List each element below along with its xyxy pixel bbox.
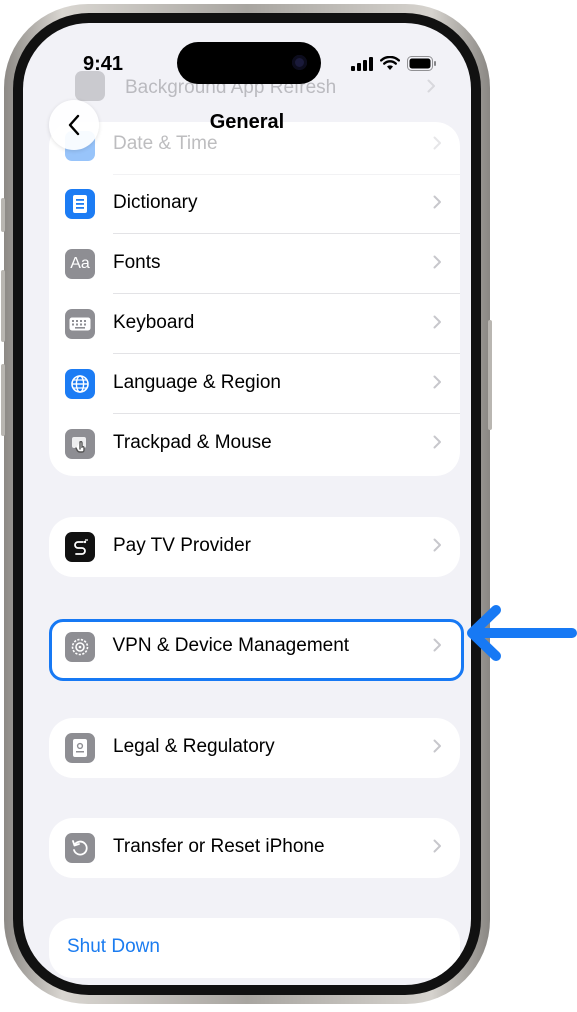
chevron-right-icon (433, 435, 441, 449)
dictionary-icon (65, 189, 95, 219)
list-item-label: Date & Time (113, 133, 218, 154)
legal-group: Legal & Regulatory (49, 718, 460, 778)
list-item-trackpad-mouse[interactable]: Trackpad & Mouse (49, 414, 460, 474)
status-time: 9:41 (83, 53, 124, 75)
reset-group: Transfer or Reset iPhone (49, 818, 460, 878)
chevron-right-icon (433, 255, 441, 269)
language-settings-group: Date & Time Dictionary Aa Fonts Keyboard… (49, 122, 460, 476)
chevron-right-icon (427, 79, 435, 93)
dynamic-island (177, 42, 321, 84)
list-item-label: Pay TV Provider (113, 535, 251, 556)
list-item-language-region[interactable]: Language & Region (49, 354, 460, 414)
list-item-legal-regulatory[interactable]: Legal & Regulatory (49, 718, 460, 778)
chevron-right-icon (433, 136, 441, 150)
volume-up-button (1, 270, 5, 342)
power-button (488, 320, 492, 430)
legal-icon (65, 733, 95, 763)
keyboard-icon (65, 309, 95, 339)
back-button[interactable] (49, 100, 99, 150)
list-item-label: Language & Region (113, 372, 281, 393)
fonts-icon: Aa (65, 249, 95, 279)
list-item-fonts[interactable]: Aa Fonts (49, 234, 460, 294)
volume-down-button (1, 364, 5, 436)
chevron-right-icon (433, 839, 441, 853)
chevron-right-icon (433, 538, 441, 552)
settings-screen: Background App Refresh 9:41 General Date… (23, 23, 471, 985)
wifi-icon (380, 56, 400, 70)
list-item-keyboard[interactable]: Keyboard (49, 294, 460, 354)
tv-provider-icon (65, 532, 95, 562)
list-item-pay-tv-provider[interactable]: Pay TV Provider (49, 517, 460, 577)
chevron-right-icon (433, 375, 441, 389)
list-item-label: Keyboard (113, 312, 195, 333)
list-item-dictionary[interactable]: Dictionary (49, 174, 460, 234)
list-item-label: Legal & Regulatory (113, 736, 275, 757)
iphone-bezel: Background App Refresh 9:41 General Date… (13, 13, 481, 995)
iphone-frame: Background App Refresh 9:41 General Date… (4, 4, 490, 1004)
shut-down-button[interactable]: Shut Down (67, 936, 160, 958)
tv-provider-group: Pay TV Provider (49, 517, 460, 577)
action-button (1, 198, 5, 232)
chevron-left-icon (68, 114, 80, 136)
chevron-right-icon (433, 315, 441, 329)
camera-icon (292, 55, 307, 70)
vpn-highlight-outline: VPN & Device Management (49, 619, 464, 681)
list-item-label: Fonts (113, 252, 161, 273)
list-item-label: Trackpad & Mouse (113, 432, 272, 453)
chevron-right-icon (433, 195, 441, 209)
chevron-right-icon (433, 739, 441, 753)
list-item-label: Transfer or Reset iPhone (113, 836, 325, 857)
list-item-transfer-reset[interactable]: Transfer or Reset iPhone (49, 818, 460, 878)
reset-icon (65, 833, 95, 863)
pointer-arrow-icon (467, 605, 577, 661)
trackpad-icon (65, 429, 95, 459)
list-item-label: VPN & Device Management (112, 634, 350, 656)
chevron-right-icon (433, 638, 441, 651)
cellular-signal-icon (351, 56, 373, 71)
gear-icon (64, 631, 95, 662)
battery-icon (407, 56, 436, 71)
list-item-label: Dictionary (113, 192, 198, 213)
shutdown-group: Shut Down (49, 918, 460, 978)
list-item-vpn-device-management[interactable]: VPN & Device Management (49, 617, 460, 677)
status-icons (351, 56, 437, 71)
globe-icon (65, 369, 95, 399)
